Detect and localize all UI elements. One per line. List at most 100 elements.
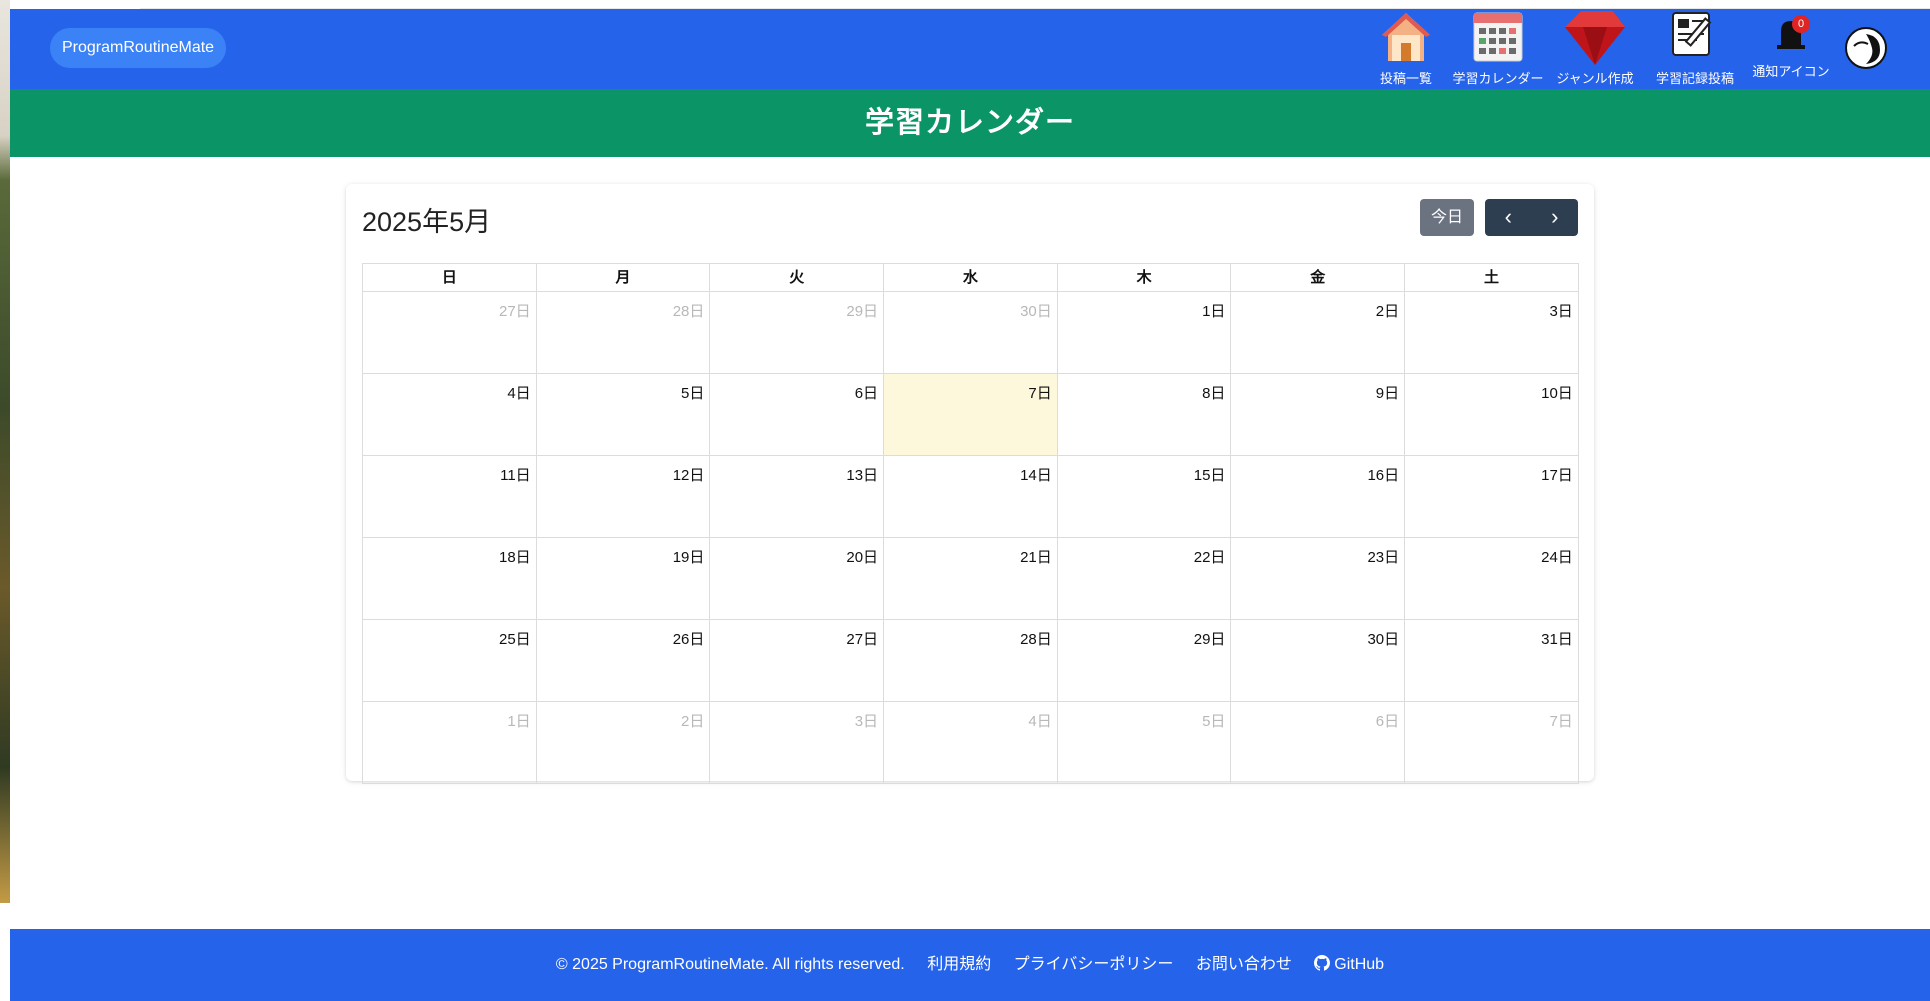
top-navbar: ProgramRoutineMate 投稿一覧 学習カレンダー ジャンル作成 学… <box>10 9 1930 89</box>
day-number: 1日 <box>1202 303 1226 320</box>
calendar-day-cell[interactable]: 1日 <box>363 702 537 784</box>
day-number: 30日 <box>1020 303 1052 320</box>
calendar-day-cell[interactable]: 15日 <box>1057 456 1232 538</box>
calendar-day-cell[interactable]: 20日 <box>710 538 885 620</box>
avatar-icon <box>1845 27 1887 69</box>
calendar-day-cell[interactable]: 5日 <box>536 374 711 456</box>
calendar-day-cell[interactable]: 2日 <box>1231 292 1406 374</box>
calendar-day-cell[interactable]: 24日 <box>1405 538 1579 620</box>
day-number: 12日 <box>672 467 705 484</box>
calendar-day-cell[interactable]: 30日 <box>1231 620 1406 702</box>
page-title: 学習カレンダー <box>864 107 1075 139</box>
nav-item-genre[interactable]: ジャンル作成 <box>1552 9 1638 89</box>
site-footer: © 2025 ProgramRoutineMate. All rights re… <box>10 929 1930 1001</box>
calendar-day-cell[interactable]: 29日 <box>710 292 885 374</box>
day-number: 6日 <box>1375 713 1400 730</box>
calendar-day-cell[interactable]: 22日 <box>1057 538 1232 620</box>
weekday-header: 月 <box>536 264 711 292</box>
day-number: 18日 <box>499 549 531 566</box>
day-number: 22日 <box>1193 549 1226 566</box>
calendar-day-cell[interactable]: 21日 <box>884 538 1058 620</box>
day-number: 9日 <box>1375 385 1400 402</box>
day-number: 26日 <box>672 631 705 648</box>
calendar-month-title: 2025年5月 <box>362 207 492 237</box>
calendar-day-cell-today[interactable]: 7日 <box>884 374 1058 456</box>
nav-label-posts: 投稿一覧 <box>1379 71 1432 86</box>
weekday-header: 金 <box>1231 264 1406 292</box>
footer-copyright: © 2025 ProgramRoutineMate. All rights re… <box>555 956 905 973</box>
page-title-bar: 学習カレンダー <box>10 89 1930 157</box>
today-button[interactable]: 今日 <box>1420 199 1474 236</box>
nav-label-genre: ジャンル作成 <box>1556 71 1634 86</box>
nav-item-posts[interactable]: 投稿一覧 <box>1363 9 1449 89</box>
calendar-day-cell[interactable]: 18日 <box>363 538 537 620</box>
nav-label-study-post: 学習記録投稿 <box>1655 71 1734 86</box>
day-number: 13日 <box>846 467 879 484</box>
next-month-button[interactable]: › <box>1532 199 1579 236</box>
day-number: 3日 <box>854 713 879 730</box>
calendar-day-cell[interactable]: 17日 <box>1405 456 1579 538</box>
calendar-day-cell[interactable]: 14日 <box>884 456 1058 538</box>
nav-item-calendar[interactable]: 学習カレンダー <box>1450 9 1546 89</box>
day-number: 2日 <box>681 713 705 730</box>
calendar-day-cell[interactable]: 25日 <box>363 620 537 702</box>
calendar-day-cell[interactable]: 10日 <box>1405 374 1579 456</box>
calendar-day-cell[interactable]: 4日 <box>884 702 1058 784</box>
calendar-day-cell[interactable]: 13日 <box>710 456 885 538</box>
notepad-pencil-icon <box>1672 12 1712 56</box>
calendar-day-cell[interactable]: 28日 <box>884 620 1058 702</box>
calendar-day-cell[interactable]: 26日 <box>536 620 711 702</box>
calendar-day-cell[interactable]: 19日 <box>536 538 711 620</box>
calendar-card: 2025年5月 今日 ‹ › 日 月 火 水 木 金 土 27日 28日 29日… <box>346 184 1594 784</box>
calendar-day-cell[interactable]: 27日 <box>710 620 885 702</box>
calendar-day-cell[interactable]: 29日 <box>1057 620 1232 702</box>
weekday-header: 日 <box>363 264 537 292</box>
footer-privacy-link[interactable]: プライバシーポリシー <box>1014 956 1174 973</box>
browser-edge <box>140 0 1930 9</box>
calendar-day-cell[interactable]: 4日 <box>363 374 537 456</box>
calendar-day-cell[interactable]: 28日 <box>536 292 711 374</box>
day-number: 8日 <box>1202 385 1226 402</box>
footer-terms-link[interactable]: 利用規約 <box>927 956 991 973</box>
weekday-header: 土 <box>1405 264 1579 292</box>
calendar-day-cell[interactable]: 7日 <box>1405 702 1579 784</box>
nav-label-calendar: 学習カレンダー <box>1452 71 1544 86</box>
day-number: 29日 <box>1193 631 1226 648</box>
calendar-day-cell[interactable]: 3日 <box>710 702 885 784</box>
calendar-day-cell[interactable]: 3日 <box>1405 292 1579 374</box>
calendar-day-cell[interactable]: 6日 <box>710 374 885 456</box>
day-number: 15日 <box>1193 467 1226 484</box>
brand-link[interactable]: ProgramRoutineMate <box>50 28 227 68</box>
footer-contact-link[interactable]: お問い合わせ <box>1196 956 1292 973</box>
day-number: 17日 <box>1541 467 1573 484</box>
weekday-header: 木 <box>1057 264 1232 292</box>
calendar-day-cell[interactable]: 2日 <box>536 702 711 784</box>
calendar-day-cell[interactable]: 6日 <box>1231 702 1406 784</box>
day-number: 1日 <box>507 713 531 730</box>
nav-item-study-post[interactable]: 学習記録投稿 <box>1648 9 1742 89</box>
calendar-day-cell[interactable]: 11日 <box>363 456 537 538</box>
calendar-week-row: 11日 12日 13日 14日 15日 16日 17日 <box>363 456 1579 538</box>
day-number: 31日 <box>1541 631 1573 648</box>
footer-github-link[interactable]: GitHub <box>1314 955 1384 973</box>
day-number: 2日 <box>1375 303 1400 320</box>
calendar-day-cell[interactable]: 1日 <box>1057 292 1232 374</box>
calendar-day-cell[interactable]: 16日 <box>1231 456 1406 538</box>
user-avatar[interactable] <box>1844 9 1888 89</box>
calendar-day-cell[interactable]: 27日 <box>363 292 537 374</box>
calendar-day-cell[interactable]: 31日 <box>1405 620 1579 702</box>
calendar-day-cell[interactable]: 5日 <box>1057 702 1232 784</box>
day-number: 16日 <box>1367 467 1400 484</box>
day-number: 7日 <box>1028 385 1052 402</box>
calendar-day-cell[interactable]: 8日 <box>1057 374 1232 456</box>
notification-badge: 0 <box>1792 15 1810 33</box>
calendar-day-cell[interactable]: 30日 <box>884 292 1058 374</box>
calendar-week-row: 27日 28日 29日 30日 1日 2日 3日 <box>363 292 1579 374</box>
calendar-day-cell[interactable]: 23日 <box>1231 538 1406 620</box>
calendar-day-cell[interactable]: 12日 <box>536 456 711 538</box>
prev-month-button[interactable]: ‹ <box>1485 199 1532 236</box>
calendar-week-row: 18日 19日 20日 21日 22日 23日 24日 <box>363 538 1579 620</box>
calendar-day-cell[interactable]: 9日 <box>1231 374 1406 456</box>
nav-item-notifications[interactable]: 0 通知アイコン <box>1748 9 1834 89</box>
day-number: 5日 <box>681 385 705 402</box>
